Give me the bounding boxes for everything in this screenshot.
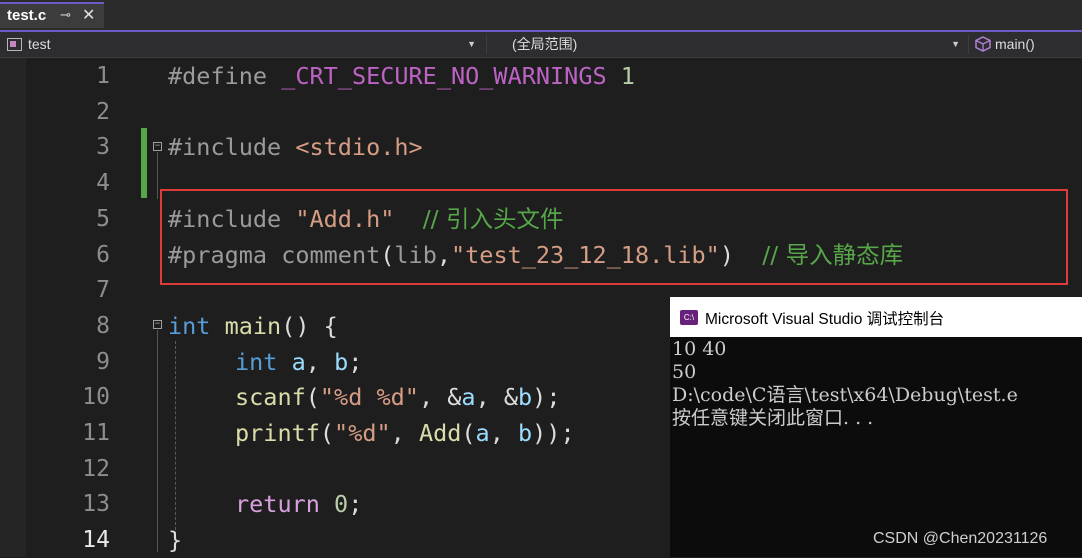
- punct: ));: [532, 419, 575, 447]
- nav-divider: [968, 35, 969, 54]
- watermark: CSDN @Chen20231126: [873, 530, 1048, 547]
- indent-guide: [175, 341, 176, 535]
- chevron-down-icon: ▼: [951, 39, 960, 49]
- keyword: #define: [168, 62, 268, 90]
- code-line-8: int main() {: [168, 308, 338, 344]
- project-dropdown[interactable]: test ▼: [4, 32, 482, 57]
- function-name: Add: [418, 419, 462, 447]
- variable: a: [291, 347, 306, 376]
- pin-icon[interactable]: ⊸: [60, 7, 71, 23]
- code-line-9: int a, b;: [235, 344, 362, 380]
- punct: ,: [305, 347, 335, 376]
- punct: , &: [475, 383, 519, 412]
- code-line-3: #include <stdio.h>: [168, 129, 423, 165]
- console-output-line: D:\code\C语言\test\x64\Debug\test.e: [672, 384, 1018, 406]
- project-label: test: [28, 36, 51, 52]
- console-title-bar[interactable]: C:\ Microsoft Visual Studio 调试控制台: [670, 297, 1082, 337]
- line-number: 3: [96, 134, 110, 161]
- punct: ,: [390, 419, 419, 447]
- console-title: Microsoft Visual Studio 调试控制台: [705, 311, 945, 328]
- line-number: 13: [82, 491, 110, 518]
- collapse-icon[interactable]: −: [153, 142, 162, 151]
- line-number: 7: [96, 277, 110, 304]
- collapse-icon[interactable]: −: [153, 320, 162, 329]
- function-name: scanf: [235, 383, 306, 412]
- punct: ;: [348, 347, 363, 376]
- scope-label: (全局范围): [512, 36, 578, 52]
- code-line-10: scanf("%d %d", &a, &b);: [235, 379, 560, 415]
- header-name: <stdio.h>: [295, 133, 423, 162]
- punct: (: [461, 419, 476, 447]
- punct: ,: [489, 419, 518, 447]
- code-line-1: #define _CRT_SECURE_NO_WARNINGS 1: [168, 58, 635, 94]
- line-number: 11: [82, 420, 110, 446]
- outline-guide: [157, 330, 158, 552]
- line-number: 4: [96, 170, 110, 197]
- change-tracking-bar: [141, 128, 147, 198]
- debug-console-window[interactable]: C:\ Microsoft Visual Studio 调试控制台 10 40 …: [670, 297, 1082, 557]
- document-tab-bar: test.c ⊸ ✕: [0, 0, 1082, 30]
- line-number: 8: [96, 312, 110, 339]
- console-output-line: 按任意键关闭此窗口. . .: [672, 407, 874, 429]
- console-output-line: 10 40: [672, 338, 727, 360]
- keyword: int: [168, 311, 211, 340]
- variable: a: [475, 419, 490, 447]
- string: "%d %d": [319, 383, 419, 412]
- tab-test-c[interactable]: test.c ⊸ ✕: [0, 2, 104, 28]
- tab-label: test.c: [7, 7, 47, 24]
- variable: b: [518, 419, 533, 447]
- line-number-current: 14: [82, 527, 110, 554]
- console-app-icon: C:\: [680, 310, 698, 325]
- scope-dropdown[interactable]: (全局范围) ▼: [490, 32, 966, 57]
- nav-divider: [486, 35, 487, 54]
- keyword: #include: [168, 133, 282, 162]
- punct: (: [319, 419, 335, 447]
- string: "%d": [334, 419, 391, 447]
- variable: a: [461, 383, 476, 412]
- punct: ;: [348, 490, 363, 519]
- code-line-14: }: [168, 522, 182, 558]
- method-cube-icon: [975, 36, 991, 52]
- variable: b: [518, 383, 533, 412]
- line-number: 5: [96, 205, 110, 232]
- punct: , &: [418, 383, 462, 412]
- keyword: int: [235, 347, 278, 376]
- number: 1: [620, 62, 635, 90]
- code-line-13: return 0;: [235, 486, 362, 522]
- line-number: 1: [96, 63, 110, 89]
- line-number: 6: [96, 241, 110, 268]
- macro-name: _CRT_SECURE_NO_WARNINGS: [281, 62, 607, 90]
- line-number: 12: [82, 455, 110, 482]
- highlight-box: [160, 189, 1068, 285]
- punct: );: [532, 383, 561, 412]
- closing-brace: }: [168, 526, 183, 555]
- punct: (: [305, 383, 320, 412]
- console-output-line: 50: [672, 361, 697, 383]
- code-line-11: printf("%d", Add(a, b));: [235, 415, 575, 451]
- line-number: 2: [96, 98, 110, 125]
- member-label: main(): [995, 36, 1035, 52]
- chevron-down-icon: ▼: [467, 39, 476, 49]
- line-number: 9: [96, 348, 110, 375]
- function-name: printf: [235, 419, 320, 447]
- number: 0: [334, 490, 349, 519]
- project-icon: [7, 38, 22, 51]
- keyword: return: [235, 490, 320, 519]
- variable: b: [334, 347, 349, 376]
- navigation-bar: test ▼ (全局范围) ▼ main(): [0, 32, 1082, 58]
- close-icon[interactable]: ✕: [82, 5, 95, 25]
- outline-guide: [157, 152, 158, 199]
- punct: () {: [281, 311, 338, 340]
- member-dropdown[interactable]: main(): [972, 32, 1082, 57]
- line-number: 10: [82, 384, 110, 411]
- selection-margin: [0, 58, 26, 557]
- function-name: main: [224, 311, 282, 340]
